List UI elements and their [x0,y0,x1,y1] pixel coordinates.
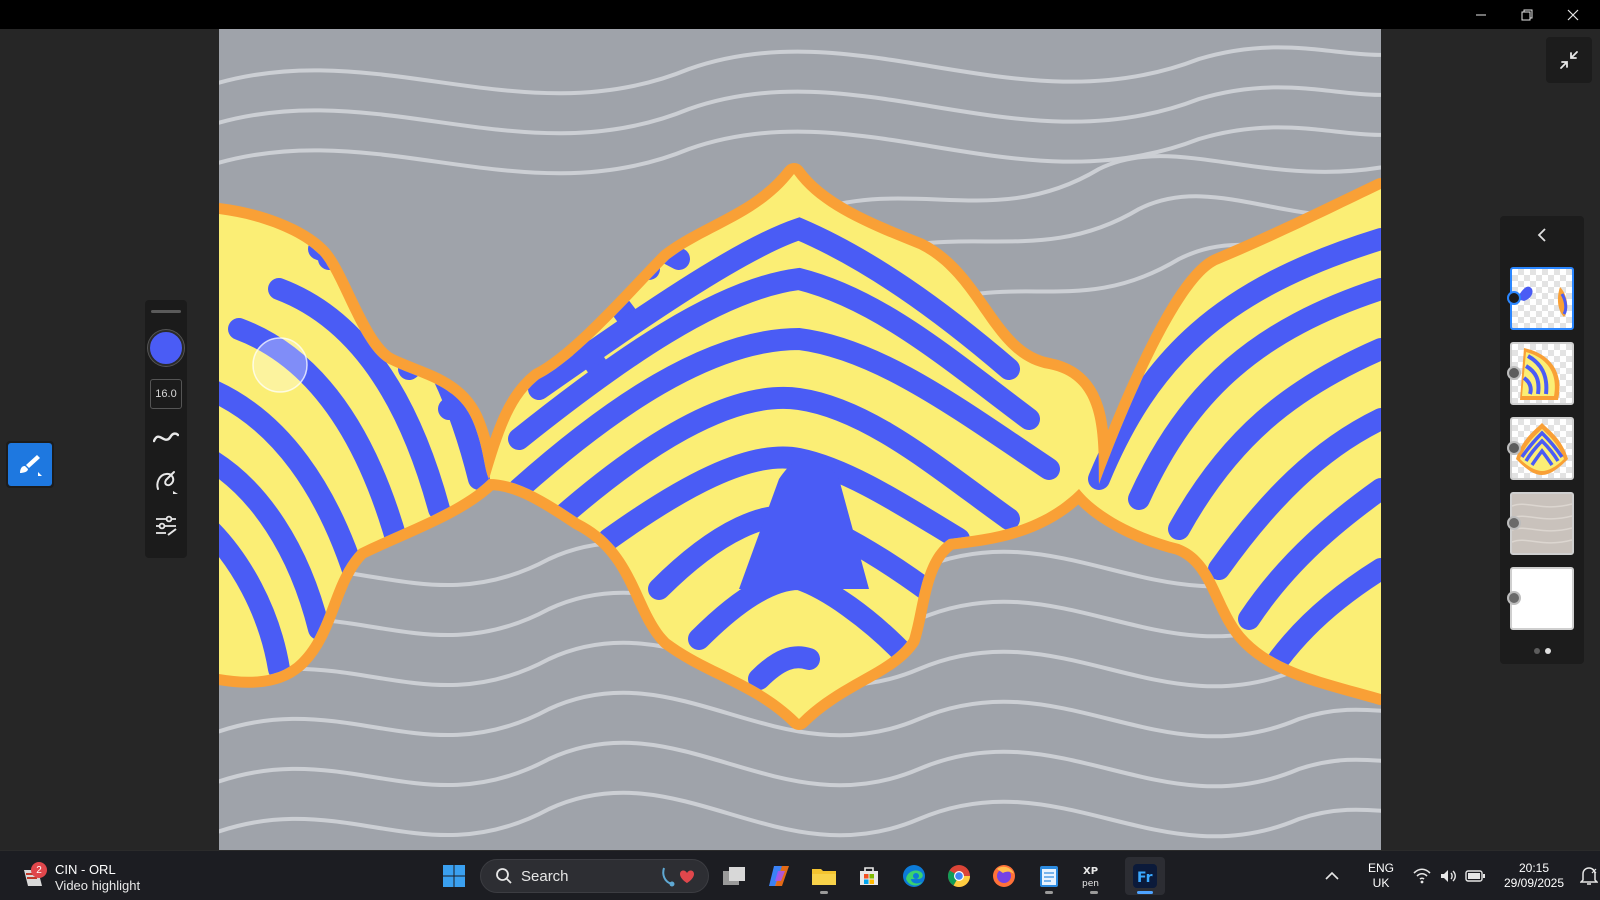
restore-button[interactable] [1504,0,1550,29]
brush-cursor [252,337,308,393]
layer-visibility-toggle-2[interactable] [1507,366,1521,380]
microsoft-store-button[interactable] [849,857,889,895]
xp-pen-icon: XP pen [1082,866,1099,889]
layer-preview [1512,494,1572,553]
page-dot-2[interactable] [1545,648,1551,654]
news-widget[interactable]: 2 CIN - ORL Video highlight [20,860,140,894]
paint-brush-icon [20,454,42,476]
image-layer-icon-5[interactable] [1507,591,1521,605]
layers-panel [1500,216,1584,664]
artwork [219,29,1381,850]
minimize-icon [1476,14,1486,15]
region-code: UK [1372,876,1390,890]
layer-visibility-toggle-3[interactable] [1507,441,1521,455]
task-view-icon [723,867,745,885]
stroke-smoothing-icon [153,432,179,443]
panel-drag-handle[interactable] [151,310,181,313]
xp-pen-button[interactable]: XP pen [1074,857,1114,895]
drawing-canvas[interactable] [219,29,1381,850]
notifications-button[interactable] [1575,861,1600,891]
exit-fullscreen-button[interactable] [1546,37,1592,83]
layer-preview [1517,286,1568,317]
brush-size-field[interactable]: 16.0 [150,379,182,409]
notepad-button[interactable] [1029,857,1069,895]
wifi-icon [1413,868,1431,884]
edge-button[interactable] [894,857,934,895]
widget-title: CIN - ORL [55,861,116,877]
chrome-icon [948,865,970,887]
svg-text:pen: pen [1082,879,1099,889]
notification-badge: 2 [31,862,47,878]
firefox-icon [993,865,1015,887]
stroke-smoothing-button[interactable] [150,422,182,454]
collapse-arrows-icon [1560,51,1578,69]
running-indicator [1045,891,1053,894]
task-view-button[interactable] [714,857,754,895]
quick-settings-button[interactable] [1413,868,1485,884]
brush-properties-panel: 16.0 [145,300,187,558]
file-explorer-icon [812,869,836,885]
brush-settings-icon [156,471,178,494]
fresco-icon: Fr [1133,864,1157,888]
system-tray: ENG UK 20:15 29/09/2025 [1315,857,1600,895]
start-button[interactable] [434,857,474,895]
edge-icon [903,865,925,887]
language-code: ENG [1367,861,1394,875]
microsoft-store-icon [860,867,878,885]
search-icon [496,868,512,884]
brush-adjustments-button[interactable] [150,510,182,542]
fresco-button[interactable]: Fr [1125,857,1165,895]
close-icon [1567,9,1579,20]
firefox-button[interactable] [984,857,1024,895]
chevron-left-icon [1537,228,1546,242]
chrome-button[interactable] [939,857,979,895]
copilot-button[interactable] [759,857,799,895]
running-indicator [1090,891,1098,894]
taskbar: 2 CIN - ORL Video highlight Search XP pe… [0,850,1600,900]
show-hidden-icons-button[interactable] [1315,859,1349,893]
battery-icon [1465,870,1485,882]
layer-preview [1516,423,1568,475]
widget-subtitle: Video highlight [55,877,141,893]
volume-icon [1441,870,1456,882]
chevron-up-icon [1325,871,1339,880]
svg-text:XP: XP [1083,866,1098,877]
clock-time: 20:15 [1518,861,1550,875]
search-highlight-icon [662,867,694,887]
page-dot-1[interactable] [1534,648,1540,654]
taskbar-search-box[interactable]: Search [480,859,709,893]
input-language-button[interactable]: ENG UK [1363,861,1399,891]
notepad-icon [1040,866,1058,887]
title-bar [0,0,1600,29]
collapse-layers-button[interactable] [1522,222,1562,248]
close-button[interactable] [1550,0,1596,29]
paint-brush-tool-button[interactable] [6,441,54,488]
brush-settings-button[interactable] [150,466,182,498]
minimize-button[interactable] [1458,0,1504,29]
file-explorer-button[interactable] [804,857,844,895]
color-picker-swatch[interactable] [148,330,184,366]
clock-button[interactable]: 20:15 29/09/2025 [1499,861,1569,891]
layer-preview [1520,348,1560,400]
image-layer-icon-4[interactable] [1507,516,1521,530]
copilot-icon [769,866,789,886]
layer-visibility-toggle-1[interactable] [1507,291,1521,305]
layers-pagination [1534,648,1551,654]
running-indicator [820,891,828,894]
svg-text:Fr: Fr [1137,870,1153,886]
brush-adjustments-icon [156,515,177,536]
notification-bell-icon [1580,867,1598,885]
restore-icon [1521,9,1533,20]
active-indicator [1137,891,1153,894]
clock-date: 29/09/2025 [1503,876,1565,890]
start-icon [443,865,465,887]
sports-widget-icon: 2 [20,862,47,890]
search-placeholder: Search [521,867,569,885]
